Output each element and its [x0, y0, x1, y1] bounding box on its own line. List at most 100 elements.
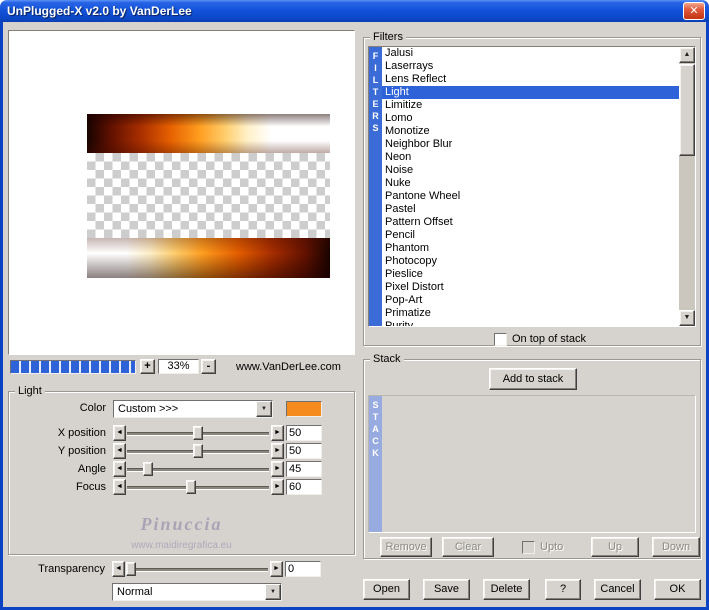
filter-list-item[interactable]: Laserrays: [382, 60, 679, 73]
help-button[interactable]: ?: [545, 579, 581, 600]
angle-increment-button[interactable]: ►: [271, 461, 284, 477]
filter-list-item[interactable]: Jalusi: [382, 47, 679, 60]
chevron-down-icon[interactable]: ▼: [265, 584, 281, 600]
x-position-input[interactable]: [286, 425, 322, 441]
zoom-out-button[interactable]: -: [201, 359, 216, 374]
filter-list-item[interactable]: Pantone Wheel: [382, 190, 679, 203]
filter-list-item[interactable]: Pattern Offset: [382, 216, 679, 229]
focus-increment-button[interactable]: ►: [271, 479, 284, 495]
y-position-row: Y position ◄ ►: [9, 443, 354, 461]
close-button[interactable]: ✕: [683, 2, 705, 20]
upto-checkbox[interactable]: [522, 540, 535, 554]
filter-list-item[interactable]: Limitize: [382, 99, 679, 112]
filter-list-item[interactable]: Photocopy: [382, 255, 679, 268]
x-position-increment-button[interactable]: ►: [271, 425, 284, 441]
x-position-slider-thumb[interactable]: [193, 426, 203, 440]
on-top-of-stack-row: On top of stack: [494, 332, 586, 346]
y-position-input[interactable]: [286, 443, 322, 459]
preview-image[interactable]: [87, 114, 330, 278]
filter-list-item[interactable]: Purity: [382, 320, 679, 326]
x-position-decrement-button[interactable]: ◄: [113, 425, 126, 441]
focus-slider[interactable]: [127, 479, 269, 495]
angle-slider[interactable]: [127, 461, 269, 477]
filter-list-item[interactable]: Monotize: [382, 125, 679, 138]
scroll-down-button[interactable]: ▼: [679, 310, 695, 326]
filter-list-item[interactable]: Light: [382, 86, 679, 99]
arrow-left-icon: ◄: [116, 465, 123, 472]
focus-slider-thumb[interactable]: [185, 480, 196, 494]
scrollbar-thumb[interactable]: [679, 64, 695, 156]
chevron-down-icon[interactable]: ▼: [256, 401, 272, 417]
filter-list-item[interactable]: Pop-Art: [382, 294, 679, 307]
filter-list-item[interactable]: Nuke: [382, 177, 679, 190]
close-icon: ✕: [689, 5, 699, 17]
angle-label: Angle: [77, 463, 106, 475]
on-top-of-stack-checkbox[interactable]: [494, 332, 507, 346]
unplugged-x-window: UnPlugged-X v2.0 by VanDerLee ✕ + 33% - …: [0, 0, 709, 610]
x-position-slider[interactable]: [127, 425, 269, 441]
filter-list-item[interactable]: Pieslice: [382, 268, 679, 281]
zoom-progress-bar: [10, 360, 136, 374]
focus-decrement-button[interactable]: ◄: [113, 479, 126, 495]
angle-input[interactable]: [286, 461, 322, 477]
stack-tab: S T A C K: [369, 396, 382, 532]
filter-list-item[interactable]: Neon: [382, 151, 679, 164]
transparency-decrement-button[interactable]: ◄: [112, 561, 125, 577]
filter-list-item[interactable]: Noise: [382, 164, 679, 177]
filter-list-container: F I L T E R S Jalusi Laserrays Lens Refl…: [368, 46, 696, 327]
arrow-left-icon: ◄: [116, 483, 123, 490]
color-swatch[interactable]: [286, 401, 322, 417]
focus-input[interactable]: [286, 479, 322, 495]
y-position-slider[interactable]: [127, 443, 269, 459]
y-position-decrement-button[interactable]: ◄: [113, 443, 126, 459]
light-group-title: Light: [15, 385, 45, 397]
cancel-button[interactable]: Cancel: [594, 579, 641, 600]
color-row: Color Custom >>> ▼: [9, 400, 354, 418]
angle-slider-thumb[interactable]: [143, 462, 154, 476]
ok-button[interactable]: OK: [654, 579, 701, 600]
preview-panel[interactable]: [8, 30, 355, 355]
filter-list-item[interactable]: Neighbor Blur: [382, 138, 679, 151]
blend-mode-combobox[interactable]: Normal ▼: [112, 583, 282, 601]
clear-button[interactable]: Clear: [442, 537, 494, 557]
y-position-increment-button[interactable]: ►: [271, 443, 284, 459]
remove-button[interactable]: Remove: [380, 537, 432, 557]
transparency-slider[interactable]: [126, 561, 268, 577]
color-label: Color: [79, 402, 106, 414]
stack-list[interactable]: [382, 396, 695, 532]
open-button[interactable]: Open: [363, 579, 410, 600]
scroll-up-icon: ▲: [683, 51, 691, 58]
add-to-stack-button[interactable]: Add to stack: [489, 368, 577, 390]
up-button[interactable]: Up: [591, 537, 639, 557]
scroll-up-button[interactable]: ▲: [679, 47, 695, 63]
watermark-title: Pinuccia: [140, 514, 223, 534]
filter-list-item[interactable]: Lens Reflect: [382, 73, 679, 86]
stack-group: Stack Add to stack S T A C K Remove Clea…: [363, 353, 701, 559]
filter-list[interactable]: Jalusi Laserrays Lens Reflect Light Limi…: [382, 47, 679, 326]
transparency-input[interactable]: [285, 561, 321, 577]
scroll-down-icon: ▼: [683, 314, 691, 321]
titlebar[interactable]: UnPlugged-X v2.0 by VanDerLee ✕: [0, 0, 709, 22]
vendor-website-text: www.VanDerLee.com: [236, 361, 341, 373]
color-combobox[interactable]: Custom >>> ▼: [113, 400, 273, 418]
filter-list-item[interactable]: Lomo: [382, 112, 679, 125]
y-position-label: Y position: [57, 445, 106, 457]
down-button[interactable]: Down: [652, 537, 700, 557]
transparency-slider-thumb[interactable]: [126, 562, 136, 576]
delete-button[interactable]: Delete: [483, 579, 530, 600]
angle-decrement-button[interactable]: ◄: [113, 461, 126, 477]
zoom-in-button[interactable]: +: [140, 359, 155, 374]
filter-list-item[interactable]: Pencil: [382, 229, 679, 242]
zoom-level-display[interactable]: 33%: [158, 359, 199, 374]
save-button[interactable]: Save: [423, 579, 470, 600]
filter-list-item[interactable]: Phantom: [382, 242, 679, 255]
focus-label: Focus: [76, 481, 106, 493]
filter-scrollbar[interactable]: ▲ ▼: [679, 47, 695, 326]
filter-list-item[interactable]: Primatize: [382, 307, 679, 320]
y-position-slider-thumb[interactable]: [193, 444, 203, 458]
filter-list-item[interactable]: Pixel Distort: [382, 281, 679, 294]
color-value: Custom >>>: [118, 403, 179, 415]
filter-list-item[interactable]: Pastel: [382, 203, 679, 216]
transparency-increment-button[interactable]: ►: [270, 561, 283, 577]
preview-flame-bottom: [87, 238, 330, 278]
